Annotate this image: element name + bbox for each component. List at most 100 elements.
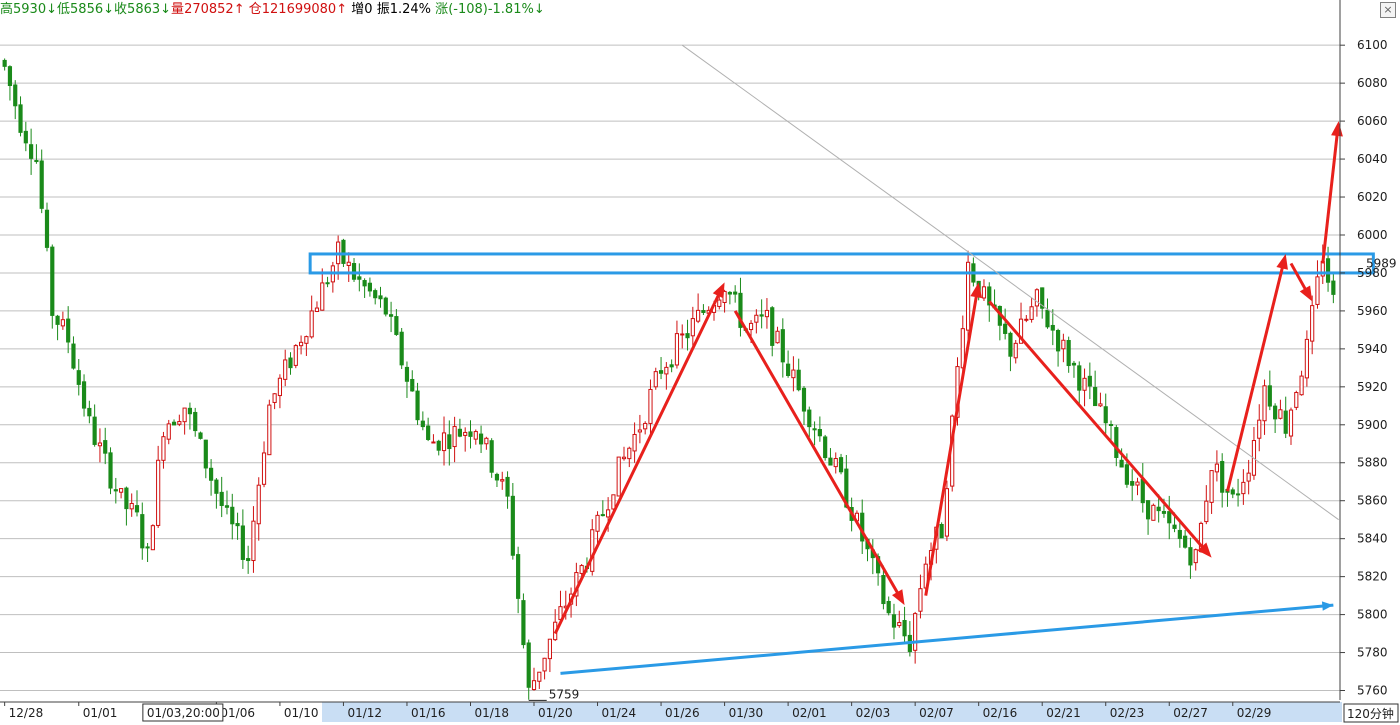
oi-arrow: ↑ [336,2,348,17]
candle-down [902,620,907,637]
close-button[interactable]: × [1380,2,1396,18]
candle-down [39,160,44,209]
x-tick-label: 01/16 [411,706,446,720]
y-tick-label: 5860 [1357,494,1388,508]
candle-down [817,429,822,437]
support-line [560,603,1334,675]
candle-down [113,489,118,492]
candle-up [674,333,680,366]
candle-up [1209,470,1214,503]
candle-up [531,680,537,691]
candle-up [616,456,621,497]
candle-up [595,514,600,532]
candle-down [828,457,833,466]
candle-up [1278,409,1283,419]
x-tick-label: 02/27 [1173,706,1208,720]
candle-down [230,506,235,525]
candle-up [611,494,616,510]
candle-down [357,276,362,280]
candle-up [648,388,653,424]
x-tick-label: 02/21 [1046,706,1081,720]
y-tick-label: 5940 [1357,342,1388,356]
x-tick-label: 12/28 [9,706,44,720]
candle-up [182,407,187,423]
candle-down [1235,493,1241,496]
candle-up [579,565,584,574]
candle-down [685,333,690,339]
inc-value: 0 [364,2,373,17]
candle-up [606,509,611,518]
candle-down [521,600,526,646]
candle-up [1029,306,1034,320]
candle-down [145,546,150,549]
candle-up [272,393,277,403]
candle-down [193,411,198,432]
candle-down [1140,478,1145,504]
volume-arrow: ↑ [233,2,245,17]
candle-up [696,309,701,322]
candle-up [452,426,457,448]
candle-up [653,371,658,388]
high-arrow: ↓ [46,2,58,17]
candle-up [1294,392,1299,408]
candle-down [786,363,791,376]
candle-up [1315,276,1320,305]
price-grid [0,44,1340,692]
candle-up [621,456,627,460]
candle-down [134,505,140,513]
y-tick-label: 5840 [1357,532,1388,546]
candle-down [807,409,812,428]
candle-up [129,502,134,510]
candle-down [1283,410,1288,434]
candle-down [410,378,415,392]
candle-down [426,425,431,440]
candle-up [590,529,595,572]
candle-up [833,458,838,468]
candle-up [981,286,987,299]
candle-down [71,343,76,369]
red-arrow-head [1299,285,1313,302]
candle-down [219,491,224,506]
period-label[interactable]: 120分钟 [1347,706,1394,721]
candle-down [457,428,462,437]
candle-down [1230,489,1235,495]
candle-down [891,614,897,628]
candle-down [1177,529,1182,539]
candle-down [1130,481,1135,486]
red-arrow-head [1331,121,1343,137]
candle-down [140,514,145,549]
candle-down [1172,524,1177,529]
candle-down [341,239,346,264]
candlestick-chart[interactable]: 5760 5780 5800 5820 5840 5860 5880 5900 5920 5940… [0,0,1400,725]
candle-down [939,523,944,539]
x-tick-label: 01/24 [602,706,637,720]
high-label: 高 [0,2,14,17]
volume-label: 量 [171,2,185,17]
candle-down [288,357,293,369]
red-arrow-shaft [553,288,723,635]
candle-up [643,422,648,430]
red-arrow-head [892,589,905,606]
candle-down [87,407,92,417]
volume-value: 270852 [184,2,234,17]
x-tick-label: 02/03 [856,706,891,720]
candle-down [325,282,330,285]
candle-up [913,613,918,651]
y-tick-label: 5960 [1357,304,1388,318]
candle-up [1098,403,1103,407]
candle-down [66,318,71,343]
candle-up [1214,463,1219,473]
x-tick-label: 01/30 [729,706,764,720]
candle-up [1013,342,1018,359]
candle-up [119,488,124,493]
candle-down [351,263,357,280]
price-axis: 5760 5780 5800 5820 5840 5860 5880 5900 5920 5940… [1339,0,1388,700]
candle-down [1066,340,1071,367]
candle-down [1188,547,1193,566]
low-label: 低 [57,2,71,17]
candle-down [103,440,108,454]
candle-up [944,488,950,537]
candle-down [1055,329,1061,352]
low-arrow: ↓ [103,2,115,17]
candle-down [1077,365,1082,391]
